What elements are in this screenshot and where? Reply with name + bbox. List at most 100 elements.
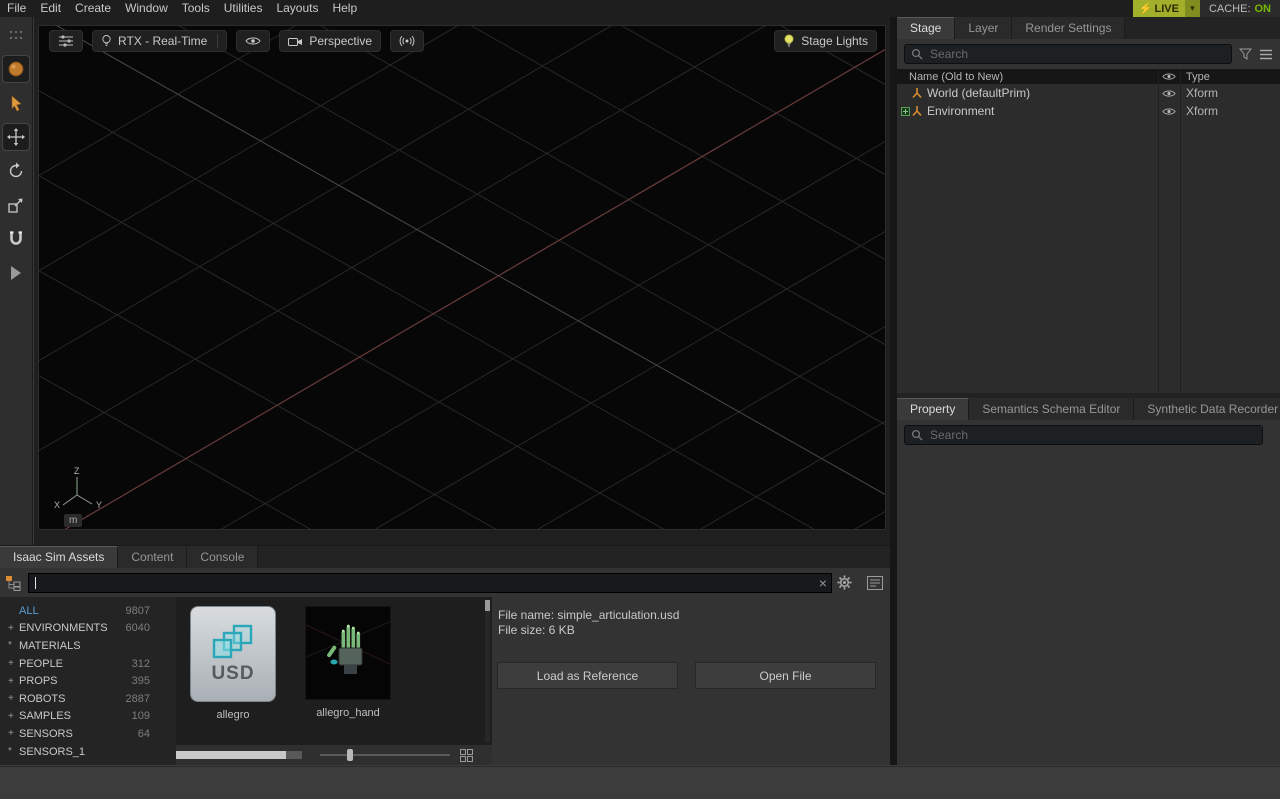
eye-icon bbox=[245, 36, 261, 46]
unit-label: m bbox=[64, 514, 82, 527]
category-sensors-1[interactable]: *SENSORS_1 bbox=[0, 743, 176, 761]
column-separator bbox=[1180, 69, 1181, 393]
assets-panel: Isaac Sim Assets Content Console × ALL98… bbox=[0, 545, 890, 765]
category-sensors[interactable]: +SENSORS64 bbox=[0, 725, 176, 743]
stage-row-environment[interactable]: Environment Xform bbox=[897, 102, 1280, 120]
tab-stage[interactable]: Stage bbox=[897, 17, 955, 39]
menu-create[interactable]: Create bbox=[68, 0, 118, 17]
tab-render-settings[interactable]: Render Settings bbox=[1012, 17, 1125, 39]
category-environments[interactable]: +ENVIRONMENTS6040 bbox=[0, 620, 176, 638]
rotate-tool-button[interactable] bbox=[3, 158, 29, 184]
name-column-header[interactable]: Name (Old to New) bbox=[897, 71, 1158, 83]
tab-layer[interactable]: Layer bbox=[955, 17, 1012, 39]
gear-icon[interactable] bbox=[837, 575, 852, 590]
menu-layouts[interactable]: Layouts bbox=[269, 0, 325, 17]
type-column-header[interactable]: Type bbox=[1180, 71, 1280, 83]
broadcast-icon bbox=[399, 35, 415, 47]
prim-type: Xform bbox=[1180, 86, 1280, 100]
column-separator bbox=[1158, 69, 1159, 393]
audio-button[interactable] bbox=[390, 30, 424, 52]
property-search-input[interactable] bbox=[928, 427, 1256, 443]
cache-label: CACHE: bbox=[1209, 3, 1251, 15]
load-as-reference-button[interactable]: Load as Reference bbox=[497, 662, 678, 689]
file-info-panel: File name: simple_articulation.usd File … bbox=[492, 597, 890, 765]
list-view-icon[interactable] bbox=[867, 576, 883, 590]
menu-help[interactable]: Help bbox=[325, 0, 364, 17]
menu-utilities[interactable]: Utilities bbox=[217, 0, 270, 17]
file-size-line: File size: 6 KB bbox=[498, 623, 890, 638]
viewport-canvas[interactable]: RTX - Real-Time Perspective Stage Lights bbox=[38, 25, 886, 530]
file-name-line: File name: simple_articulation.usd bbox=[498, 608, 890, 623]
tab-isaac-sim-assets[interactable]: Isaac Sim Assets bbox=[0, 546, 118, 568]
right-panel: Stage Layer Render Settings Name (Old to… bbox=[897, 17, 1280, 765]
filter-icon[interactable] bbox=[1239, 48, 1252, 60]
tree-view-icon[interactable] bbox=[5, 575, 23, 591]
category-people[interactable]: +PEOPLE312 bbox=[0, 655, 176, 673]
category-materials[interactable]: *MATERIALS bbox=[0, 637, 176, 655]
select-tool-button[interactable] bbox=[3, 90, 29, 116]
visibility-menu-button[interactable] bbox=[236, 30, 270, 52]
scrollbar-handle[interactable] bbox=[485, 600, 490, 611]
options-menu-icon[interactable] bbox=[1259, 49, 1273, 60]
visibility-eye-icon[interactable] bbox=[1158, 107, 1180, 116]
visibility-column-header[interactable] bbox=[1158, 72, 1180, 81]
category-robots[interactable]: +ROBOTS2887 bbox=[0, 690, 176, 708]
menu-edit[interactable]: Edit bbox=[33, 0, 68, 17]
horizontal-scrollbar-track[interactable] bbox=[286, 751, 302, 759]
property-search-box[interactable] bbox=[904, 425, 1263, 445]
visibility-eye-icon[interactable] bbox=[1158, 89, 1180, 98]
tab-semantics-schema-editor[interactable]: Semantics Schema Editor bbox=[969, 398, 1134, 420]
stage-lights-button[interactable]: Stage Lights bbox=[774, 30, 877, 52]
asset-grid-footer bbox=[176, 745, 492, 765]
live-badge[interactable]: ⚡ LIVE bbox=[1133, 0, 1185, 17]
slider-handle[interactable] bbox=[347, 749, 353, 761]
renderer-dropdown[interactable]: RTX - Real-Time bbox=[92, 30, 227, 52]
category-samples[interactable]: +SAMPLES109 bbox=[0, 708, 176, 726]
menu-tools[interactable]: Tools bbox=[175, 0, 217, 17]
text-caret bbox=[35, 577, 36, 589]
stage-row-world[interactable]: World (defaultPrim) Xform bbox=[897, 84, 1280, 102]
menu-file[interactable]: File bbox=[0, 0, 33, 17]
move-tool-button[interactable] bbox=[3, 124, 29, 150]
axis-gizmo: Z X Y bbox=[53, 465, 109, 513]
snap-tool-button[interactable] bbox=[3, 226, 29, 252]
stage-table-header[interactable]: Name (Old to New) Type bbox=[897, 69, 1280, 84]
tab-console[interactable]: Console bbox=[187, 546, 258, 568]
renderer-label: RTX - Real-Time bbox=[118, 34, 207, 48]
stage-search-input[interactable] bbox=[928, 46, 1225, 62]
dock-handle-icon bbox=[3, 22, 29, 48]
axis-z-label: Z bbox=[74, 466, 80, 476]
assets-body: ALL9807 +ENVIRONMENTS6040 *MATERIALS +PE… bbox=[0, 597, 890, 765]
thumbnail-size-slider[interactable] bbox=[320, 748, 450, 762]
camera-dropdown[interactable]: Perspective bbox=[279, 30, 381, 52]
assets-search-input[interactable] bbox=[28, 573, 832, 593]
panel-divider[interactable] bbox=[890, 17, 897, 765]
expand-plus-icon[interactable] bbox=[897, 107, 911, 116]
asset-item-allegro[interactable]: USD allegro bbox=[188, 606, 278, 721]
cache-indicator: CACHE: ON bbox=[1200, 0, 1280, 17]
eye-icon bbox=[1162, 72, 1176, 81]
play-button[interactable] bbox=[3, 260, 29, 286]
asset-item-allegro-hand[interactable]: allegro_hand bbox=[303, 606, 393, 719]
clear-search-icon[interactable]: × bbox=[819, 573, 827, 593]
viewport-options-button[interactable] bbox=[49, 30, 83, 52]
tab-synthetic-data-recorder[interactable]: Synthetic Data Recorder bbox=[1134, 398, 1280, 420]
menu-window[interactable]: Window bbox=[118, 0, 175, 17]
asset-grid: USD allegro bbox=[176, 597, 492, 765]
asset-label: allegro bbox=[188, 709, 278, 721]
assets-tabs: Isaac Sim Assets Content Console bbox=[0, 546, 890, 568]
open-file-button[interactable]: Open File bbox=[695, 662, 876, 689]
scale-tool-button[interactable] bbox=[3, 192, 29, 218]
category-all[interactable]: ALL9807 bbox=[0, 602, 176, 620]
grid-view-button[interactable] bbox=[460, 749, 473, 762]
tab-content[interactable]: Content bbox=[118, 546, 187, 568]
horizontal-scrollbar-handle[interactable] bbox=[176, 751, 286, 759]
omniverse-ball-icon[interactable] bbox=[3, 56, 29, 82]
live-dropdown-button[interactable]: ▾ bbox=[1185, 0, 1200, 17]
stage-search-box[interactable] bbox=[904, 44, 1232, 64]
tab-property[interactable]: Property bbox=[897, 398, 969, 420]
usd-badge: USD bbox=[211, 663, 254, 685]
vertical-scrollbar[interactable] bbox=[485, 600, 490, 742]
light-bulb-icon bbox=[783, 34, 795, 48]
category-props[interactable]: +PROPS395 bbox=[0, 672, 176, 690]
